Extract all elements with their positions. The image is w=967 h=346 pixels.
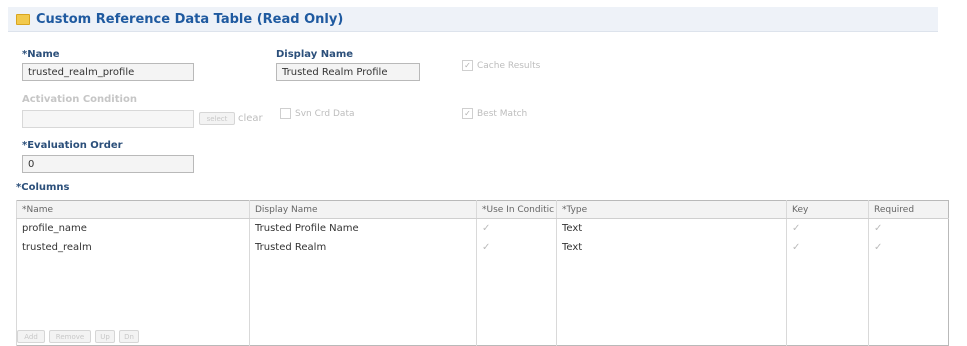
- cell-key-check-icon[interactable]: ✓: [786, 238, 869, 257]
- checkbox-empty-icon: [280, 108, 291, 119]
- svn-crd-data-label: Svn Crd Data: [295, 108, 355, 119]
- column-header-key[interactable]: Key: [786, 200, 869, 219]
- check-icon: ✓: [462, 60, 473, 71]
- page-title: Custom Reference Data Table (Read Only): [36, 11, 344, 27]
- check-icon: ✓: [462, 108, 473, 119]
- cell-display-name: Trusted Realm: [249, 238, 477, 257]
- column-header-required[interactable]: Required: [868, 200, 949, 219]
- cell-name: profile_name: [16, 218, 250, 238]
- page-header: Custom Reference Data Table (Read Only): [8, 7, 938, 32]
- table-row[interactable]: profile_name Trusted Profile Name ✓ Text…: [16, 218, 949, 238]
- evaluation-order-field[interactable]: 0: [22, 155, 194, 173]
- best-match-label: Best Match: [477, 108, 528, 119]
- remove-button[interactable]: Remove: [49, 330, 91, 343]
- cell-key-check-icon[interactable]: ✓: [786, 218, 869, 238]
- clear-link[interactable]: clear: [238, 113, 263, 124]
- cell-use-in-condition-check-icon[interactable]: ✓: [476, 218, 557, 238]
- columns-label: *Columns: [16, 182, 70, 193]
- column-header-type[interactable]: *Type: [556, 200, 787, 219]
- cell-type: Text: [556, 218, 787, 238]
- add-button[interactable]: Add: [17, 330, 45, 343]
- column-header-use-in-condition[interactable]: *Use In Conditic: [476, 200, 557, 219]
- column-header-display-name[interactable]: Display Name: [249, 200, 477, 219]
- best-match-checkbox[interactable]: ✓ Best Match: [462, 108, 527, 119]
- display-name-label: Display Name: [276, 49, 354, 60]
- cell-required-check-icon[interactable]: ✓: [868, 238, 949, 257]
- activation-condition-label: Activation Condition: [22, 94, 137, 105]
- table-empty-area: [16, 257, 949, 346]
- select-button[interactable]: select: [199, 112, 235, 125]
- activation-condition-field[interactable]: [22, 110, 194, 128]
- cell-display-name: Trusted Profile Name: [249, 218, 477, 238]
- cache-results-label: Cache Results: [477, 60, 541, 71]
- cell-required-check-icon[interactable]: ✓: [868, 218, 949, 238]
- cell-name: trusted_realm: [16, 238, 250, 257]
- columns-table: *Name Display Name *Use In Conditic *Typ…: [16, 200, 949, 346]
- name-field[interactable]: trusted_realm_profile: [22, 63, 194, 81]
- cell-type: Text: [556, 238, 787, 257]
- move-up-button[interactable]: Up: [95, 330, 115, 343]
- move-down-button[interactable]: Dn: [119, 330, 139, 343]
- cell-use-in-condition-check-icon[interactable]: ✓: [476, 238, 557, 257]
- folder-icon: [16, 13, 30, 25]
- display-name-field[interactable]: Trusted Realm Profile: [276, 63, 420, 81]
- column-header-name[interactable]: *Name: [16, 200, 250, 219]
- name-label: *Name: [22, 49, 60, 60]
- cache-results-checkbox[interactable]: ✓ Cache Results: [462, 60, 540, 71]
- evaluation-order-label: *Evaluation Order: [22, 140, 123, 151]
- table-row[interactable]: trusted_realm Trusted Realm ✓ Text ✓ ✓: [16, 238, 949, 257]
- svn-crd-data-checkbox[interactable]: Svn Crd Data: [280, 108, 355, 119]
- table-header-row: *Name Display Name *Use In Conditic *Typ…: [16, 200, 949, 219]
